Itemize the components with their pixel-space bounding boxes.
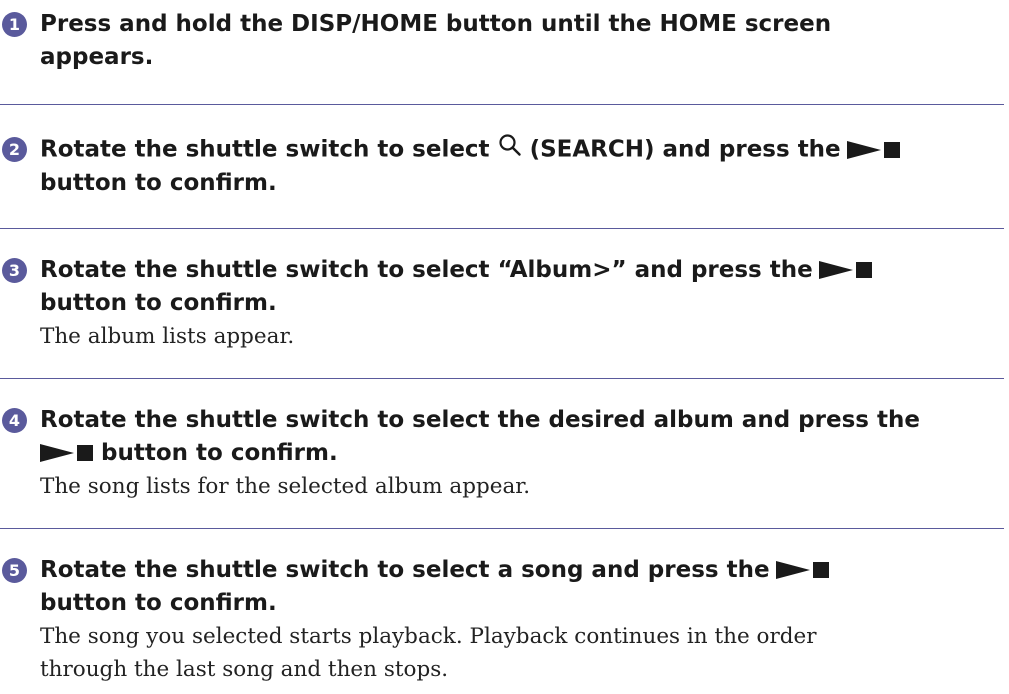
step-heading-text: Rotate the shuttle switch to select [40, 136, 498, 163]
step-heading: Rotate the shuttle switch to select the … [40, 404, 1000, 470]
step-heading: Rotate the shuttle switch to select (SEA… [40, 133, 1000, 200]
step-heading-line: button to confirm. [40, 290, 277, 316]
play-stop-icon [818, 261, 872, 279]
step-heading: Rotate the shuttle switch to select a so… [40, 554, 1000, 620]
play-stop-icon [775, 561, 829, 579]
step-divider [0, 228, 1004, 229]
step-heading-text: (SEARCH) and press the [521, 136, 841, 163]
step-result-text: The song lists for the selected album ap… [40, 474, 531, 499]
step-divider [0, 378, 1004, 379]
step-heading-line: button to confirm. [40, 170, 277, 196]
step-heading: Press and hold the DISP/HOME button unti… [40, 8, 1000, 74]
step-heading-line: button to confirm. [93, 440, 338, 466]
step-result-text: The song you selected starts playback. P… [40, 620, 1000, 686]
step-divider [0, 528, 1004, 529]
play-stop-icon [846, 140, 900, 159]
step-number-badge: 3 [2, 258, 27, 283]
step-divider [0, 104, 1004, 105]
step-heading-text: Rotate the shuttle switch to select a so… [40, 557, 770, 583]
step-heading-line: button to confirm. [40, 590, 277, 616]
step-result-line: The song you selected starts playback. P… [40, 624, 817, 649]
step-heading: Rotate the shuttle switch to select “Alb… [40, 254, 1000, 320]
step-heading-text: Rotate the shuttle switch to select “Alb… [40, 257, 813, 283]
step-result-text: The album lists appear. [40, 324, 295, 349]
play-stop-icon [40, 444, 93, 462]
step-result-line: through the last song and then stops. [40, 657, 449, 682]
step-number-badge: 4 [2, 408, 27, 433]
step-heading-line: Press and hold the DISP/HOME button unti… [40, 11, 832, 37]
step-heading-line: Rotate the shuttle switch to select the … [40, 407, 920, 433]
step-number-badge: 5 [2, 558, 27, 583]
step-number-badge: 1 [2, 12, 27, 37]
search-icon [498, 133, 522, 167]
step-number-badge: 2 [2, 137, 27, 162]
step-heading-line: appears. [40, 44, 154, 70]
